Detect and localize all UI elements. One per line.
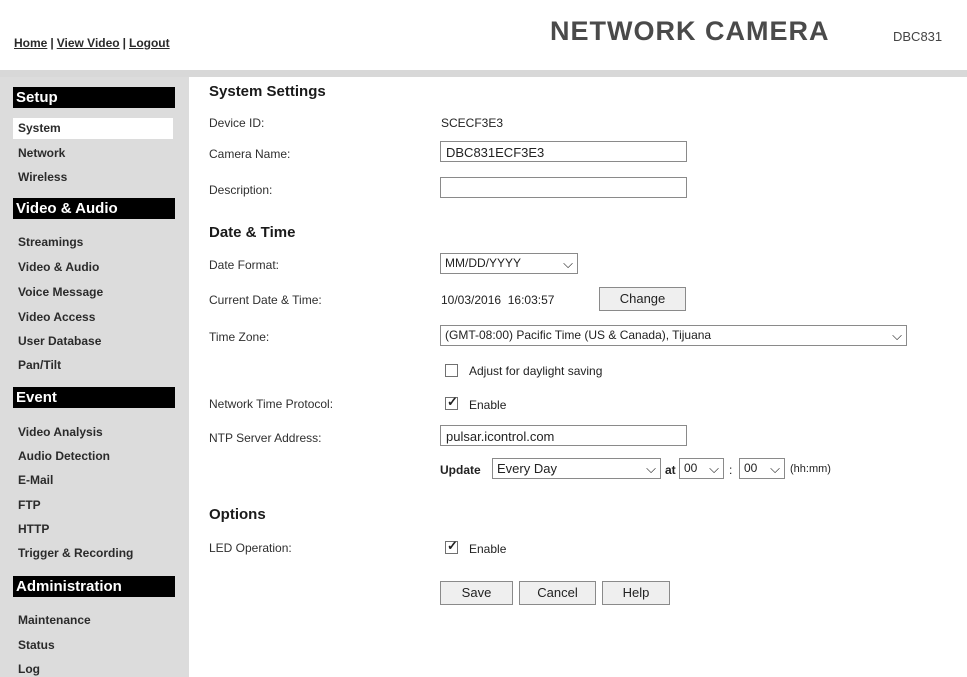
led-enable-checkbox[interactable]: ✓	[445, 538, 458, 554]
sidebar-item-ftp[interactable]: FTP	[18, 498, 41, 512]
camera-name-label: Camera Name:	[209, 147, 291, 161]
section-setup: Setup	[13, 87, 175, 108]
ntp-enable-label: Enable	[469, 398, 507, 412]
sidebar-item-audio-detection[interactable]: Audio Detection	[18, 449, 110, 463]
model-label: DBC831	[893, 29, 943, 44]
date-format-value: MM/DD/YYYY	[445, 256, 522, 270]
section-event: Event	[13, 387, 175, 408]
checkmark-icon: ✓	[447, 538, 458, 553]
ntp-enable-checkbox[interactable]: ✓	[445, 394, 458, 410]
ntp-server-field[interactable]: pulsar.icontrol.com	[440, 425, 687, 446]
top-nav: Home | View Video | Logout	[14, 36, 170, 50]
date-format-label: Date Format:	[209, 258, 280, 272]
timezone-label: Time Zone:	[209, 330, 270, 344]
timezone-value: (GMT-08:00) Pacific Time (US & Canada), …	[445, 328, 712, 342]
sidebar-item-streamings[interactable]: Streamings	[18, 235, 83, 249]
hour-select[interactable]: 00 ⌵	[679, 458, 724, 479]
sidebar-item-log[interactable]: Log	[18, 662, 40, 676]
sidebar-item-status[interactable]: Status	[18, 638, 55, 652]
section-video-audio: Video & Audio	[13, 198, 175, 219]
update-frequency-value: Every Day	[497, 461, 557, 476]
brand-title: NETWORK CAMERA	[550, 16, 830, 46]
main-panel: System Settings Device ID: SCECF3E3 Came…	[189, 77, 967, 677]
sidebar: Setup System Network Wireless Video & Au…	[0, 77, 189, 677]
update-label: Update	[440, 463, 481, 477]
sidebar-item-video-analysis[interactable]: Video Analysis	[18, 425, 103, 439]
current-datetime-label: Current Date & Time:	[209, 293, 322, 307]
daylight-label: Adjust for daylight saving	[469, 364, 603, 378]
sidebar-item-http[interactable]: HTTP	[18, 522, 49, 536]
date-format-select[interactable]: MM/DD/YYYY ⌵	[440, 253, 578, 274]
chevron-down-icon: ⌵	[892, 328, 902, 343]
chevron-down-icon: ⌵	[646, 461, 656, 476]
home-link[interactable]: Home	[14, 36, 47, 50]
ntp-server-label: NTP Server Address:	[209, 431, 322, 445]
sidebar-item-video-audio[interactable]: Video & Audio	[18, 260, 99, 274]
header-rule	[0, 70, 967, 77]
minute-value: 00	[744, 461, 758, 475]
change-button[interactable]: Change	[599, 287, 686, 311]
date-time-heading: Date & Time	[209, 224, 296, 241]
sidebar-item-trigger-recording[interactable]: Trigger & Recording	[18, 546, 133, 560]
ntp-label: Network Time Protocol:	[209, 397, 334, 411]
minute-select[interactable]: 00 ⌵	[739, 458, 785, 479]
description-field[interactable]	[440, 177, 687, 198]
update-frequency-select[interactable]: Every Day ⌵	[492, 458, 661, 479]
device-id-value: SCECF3E3	[441, 116, 504, 130]
section-administration: Administration	[13, 576, 175, 597]
hhmm-label: (hh:mm)	[790, 463, 831, 475]
description-label: Description:	[209, 183, 273, 197]
chevron-down-icon: ⌵	[563, 256, 573, 271]
sidebar-item-pan-tilt[interactable]: Pan/Tilt	[18, 358, 61, 372]
current-datetime-value: 10/03/2016 16:03:57	[441, 293, 555, 307]
camera-name-field[interactable]: DBC831ECF3E3	[440, 141, 687, 162]
system-settings-heading: System Settings	[209, 83, 326, 100]
help-button[interactable]: Help	[602, 581, 670, 605]
at-label: at	[665, 463, 676, 477]
led-operation-label: LED Operation:	[209, 541, 292, 555]
device-id-label: Device ID:	[209, 116, 265, 130]
time-colon: :	[729, 463, 733, 477]
daylight-checkbox[interactable]	[445, 364, 458, 377]
led-enable-label: Enable	[469, 542, 507, 556]
chevron-down-icon: ⌵	[770, 461, 780, 476]
sidebar-item-maintenance[interactable]: Maintenance	[18, 613, 91, 627]
hour-value: 00	[684, 461, 698, 475]
sidebar-item-network[interactable]: Network	[18, 146, 65, 160]
sidebar-item-email[interactable]: E-Mail	[18, 473, 53, 487]
chevron-down-icon: ⌵	[709, 461, 719, 476]
timezone-select[interactable]: (GMT-08:00) Pacific Time (US & Canada), …	[440, 325, 907, 346]
view-video-link[interactable]: View Video	[57, 36, 120, 50]
sidebar-item-video-access[interactable]: Video Access	[18, 310, 95, 324]
options-heading: Options	[209, 506, 266, 523]
sidebar-item-user-database[interactable]: User Database	[18, 334, 101, 348]
sidebar-item-voice-message[interactable]: Voice Message	[18, 285, 103, 299]
sidebar-item-wireless[interactable]: Wireless	[18, 170, 67, 184]
logout-link[interactable]: Logout	[129, 36, 170, 50]
checkmark-icon: ✓	[447, 394, 458, 409]
sidebar-item-system[interactable]: System	[13, 118, 173, 139]
cancel-button[interactable]: Cancel	[519, 581, 596, 605]
header: Home | View Video | Logout NETWORK CAMERA DB…	[0, 0, 967, 70]
save-button[interactable]: Save	[440, 581, 513, 605]
